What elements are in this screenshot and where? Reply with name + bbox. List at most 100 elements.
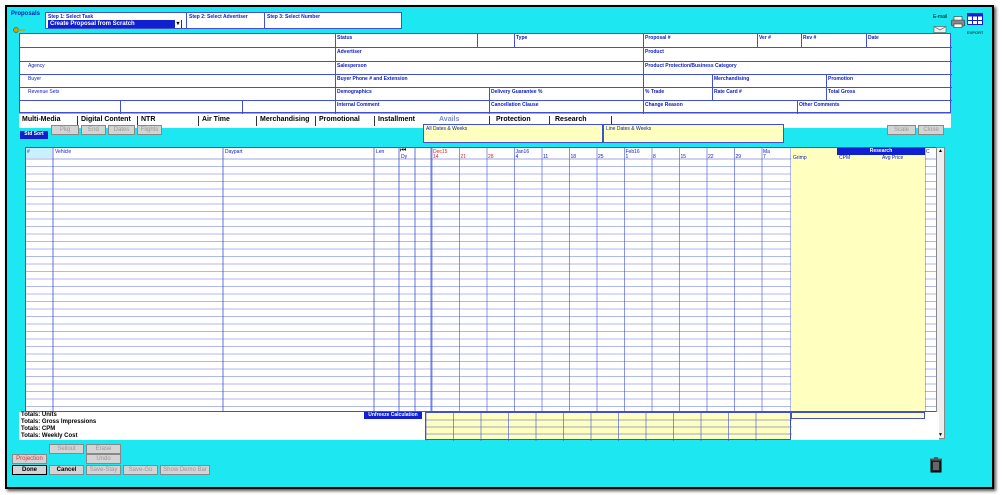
col-avg-price[interactable]: Avg Price [882,155,903,161]
step2-label[interactable]: Step 2: Select Advertiser [189,14,248,20]
week-header[interactable]: 28 [488,154,494,160]
internal-comment-label[interactable]: Internal Comment [337,102,380,108]
week-header[interactable]: 8 [653,154,656,160]
trash-icon[interactable] [929,457,943,478]
email-icon[interactable]: E-mail [933,14,949,33]
tab-ntr[interactable]: NTR [141,116,155,123]
tab-air-time[interactable]: Air Time [202,116,230,123]
pkg-button[interactable]: Pkg [51,125,79,135]
status-label[interactable]: Status [337,35,352,41]
printer-icon[interactable] [951,15,965,33]
step3-label[interactable]: Step 3: Select Number [267,14,320,20]
date-label[interactable]: Date [868,35,879,41]
rate-card-label[interactable]: Rate Card # [714,89,742,95]
other-comments-label[interactable]: Other Comments [799,102,840,108]
chevron-down-icon[interactable]: ▾ [175,20,181,28]
week-header[interactable]: 29 [736,154,742,160]
all-dates-weeks[interactable]: All Dates & Weeks [423,124,603,143]
tab-multi-media[interactable]: Multi-Media [22,116,61,123]
col-vehicle[interactable]: Vehicle [55,149,71,155]
close-button[interactable]: Close [918,125,944,135]
tab-promotional[interactable]: Promotional [319,116,360,123]
buyer-label[interactable]: Buyer [28,76,41,82]
merchandising-label[interactable]: Merchandising [714,76,749,82]
dates-button[interactable]: Dates [108,125,135,135]
end-button[interactable]: End [81,125,106,135]
show-demo-bar-button[interactable]: Show Demo Bar [160,465,210,475]
research-columns [791,148,925,411]
col-cpm[interactable]: CPM [839,155,850,161]
sellout-button[interactable]: Sellout [49,444,84,454]
cancel-button[interactable]: Cancel [49,465,84,475]
salesperson-label[interactable]: Salesperson [337,63,367,69]
week-header[interactable]: 22 [708,154,714,160]
totals-cpm: Totals: CPM [21,426,56,432]
line-dates-weeks[interactable]: Line Dates & Weeks [603,124,784,143]
scroll-up-icon[interactable]: ▲ [937,148,944,154]
step-bar: Step 1: Select Task Create Proposal from… [45,12,402,29]
change-reason-label[interactable]: Change Reason [645,102,683,108]
col-grimp[interactable]: Grimp [793,155,807,161]
revenue-sets-label[interactable]: Revenue Sets [28,89,59,95]
done-button[interactable]: Done [12,465,47,475]
col-number[interactable]: # [27,149,30,155]
product-protection-label[interactable]: Product Protection/Business Category [645,63,737,69]
month-header: Dec15 [433,149,448,155]
col-day[interactable]: Dy [401,154,407,160]
erase-button[interactable]: Erase [86,444,121,454]
pct-trade-label[interactable]: % Trade [645,89,664,95]
tab-avails[interactable]: Avails [439,116,459,123]
tab-installment[interactable]: Installment [378,116,415,123]
totals-weeks-box [425,412,792,441]
tab-protection[interactable]: Protection [496,116,531,123]
app-title: Proposals [11,11,41,17]
research-header[interactable]: Research [837,148,925,155]
buyer-phone-label[interactable]: Buyer Phone # and Extension [337,76,408,82]
undo-button[interactable]: Undo [86,454,121,464]
save-go-button[interactable]: Save-Go [123,465,158,475]
task-select-value: Create Proposal from Scratch [50,21,135,27]
revision-label[interactable]: Rev # [803,35,816,41]
week-header[interactable]: 15 [681,154,687,160]
demographics-label[interactable]: Demographics [337,89,372,95]
grid-export-icon[interactable]: EXPORT [967,12,983,35]
scale-button[interactable]: Scale [887,125,916,135]
flights-button[interactable]: Flights [137,125,162,135]
product-label[interactable]: Product [645,49,664,55]
delivery-guarantee-label[interactable]: Delivery Guarantee % [491,89,542,95]
week-header[interactable]: 11 [543,154,548,160]
col-c[interactable]: C [926,149,930,155]
vertical-scrollbar[interactable]: ▲ ▼ [936,147,945,439]
week-header[interactable]: 25 [598,154,604,160]
proposal-number-label[interactable]: Proposal # [645,35,671,41]
tab-merchandising[interactable]: Merchandising [260,116,309,123]
tab-digital-content[interactable]: Digital Content [81,116,131,123]
proposal-window: Proposals Step 1: Select Task Create Pro… [5,5,994,489]
line-dates-label: Line Dates & Weeks [606,126,652,132]
task-select[interactable]: Create Proposal from Scratch ▾ [48,20,182,28]
agency-label[interactable]: Agency [28,63,45,69]
col-len[interactable]: Len [376,149,384,155]
total-gross-label: Total Gross [828,89,856,95]
totals-gross: Totals: Gross Impressions [21,419,97,425]
tab-research[interactable]: Research [555,116,587,123]
type-label[interactable]: Type [516,35,527,41]
month-header: Jan16 [515,149,530,155]
avails-grid[interactable]: # Vehicle Daypart Len Dy ⏮ ⏭ 14Dec152128… [25,147,942,412]
advertiser-label[interactable]: Advertiser [337,49,362,55]
col-daypart[interactable]: Daypart [225,149,243,155]
cancellation-clause-label[interactable]: Cancellation Clause [491,102,539,108]
unfreeze-button[interactable]: Unfreeze Calculation [364,412,422,419]
promotion-label[interactable]: Promotion [828,76,853,82]
export-label: EXPORT [967,30,984,35]
projection-button[interactable]: Projection [12,454,47,464]
week-header[interactable]: 18 [571,154,577,160]
std-sort-button[interactable]: Std Sort [20,131,48,139]
first-page-icon[interactable]: ⏮ [400,148,406,154]
month-header: Ma [763,149,770,155]
totals-area: Totals: Units Totals: Gross Impressions … [19,412,939,441]
proposal-header-form: Status Type Proposal # Ver # Rev # Date … [19,33,952,114]
version-label[interactable]: Ver # [759,35,771,41]
week-header[interactable]: 21 [461,154,467,160]
save-stay-button[interactable]: Save-Stay [86,465,121,475]
